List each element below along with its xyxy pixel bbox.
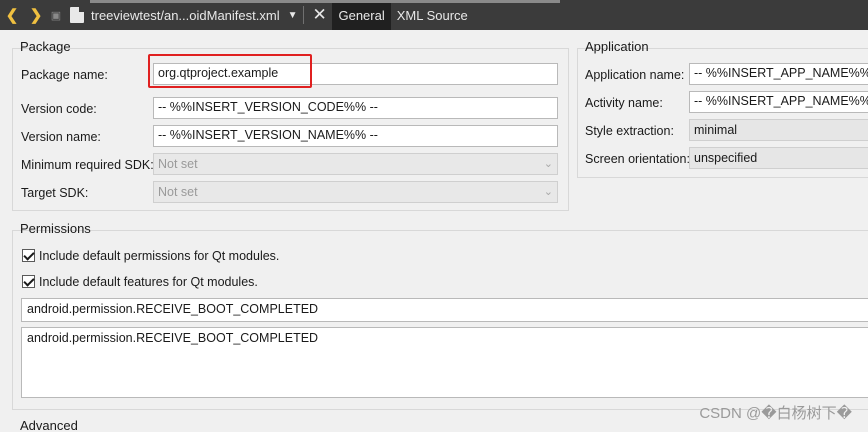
chevron-down-icon: ⌄ xyxy=(543,186,553,198)
min-sdk-label: Minimum required SDK: xyxy=(21,158,154,172)
activity-name-label: Activity name: xyxy=(585,96,663,110)
application-group-title: Application xyxy=(585,39,649,54)
style-extraction-select[interactable]: minimal xyxy=(689,119,868,141)
app-name-label: Application name: xyxy=(585,68,685,82)
style-extraction-label: Style extraction: xyxy=(585,124,674,138)
tab-xml-source[interactable]: XML Source xyxy=(391,0,474,30)
activity-name-input[interactable]: -- %%INSERT_APP_NAME%% -- xyxy=(689,91,868,113)
file-dropdown-icon[interactable]: ▼ xyxy=(288,10,298,21)
permissions-group-title: Permissions xyxy=(20,221,91,236)
screen-orientation-label: Screen orientation: xyxy=(585,152,690,166)
forward-button[interactable]: ❯ xyxy=(24,0,48,30)
file-name[interactable]: treeviewtest/an...oidManifest.xml xyxy=(91,8,280,23)
version-name-label: Version name: xyxy=(21,130,101,144)
target-sdk-label: Target SDK: xyxy=(21,186,89,200)
tab-label: General xyxy=(338,7,385,23)
file-icon xyxy=(70,7,84,23)
watermark: CSDN @�白杨树下� xyxy=(699,405,852,422)
version-code-input[interactable]: -- %%INSERT_VERSION_CODE%% -- xyxy=(153,97,558,119)
chevron-right-icon: ❯ xyxy=(29,7,43,24)
tab-general[interactable]: General xyxy=(332,0,391,30)
background-text-fragment xyxy=(90,0,560,3)
version-code-label: Version code: xyxy=(21,102,97,116)
screen-orientation-select[interactable]: unspecified xyxy=(689,147,868,169)
permissions-list[interactable]: android.permission.RECEIVE_BOOT_COMPLETE… xyxy=(21,327,868,398)
list-item[interactable]: android.permission.RECEIVE_BOOT_COMPLETE… xyxy=(27,331,868,345)
chevron-down-icon: ⌄ xyxy=(543,158,553,170)
default-features-checkbox[interactable] xyxy=(22,275,35,288)
toolbar-separator xyxy=(303,6,305,24)
advanced-group-title: Advanced xyxy=(20,418,78,432)
tab-label: XML Source xyxy=(396,7,468,23)
lock-icon: ▣ xyxy=(50,9,62,22)
default-permissions-checkbox[interactable] xyxy=(22,249,35,262)
default-features-label: Include default features for Qt modules. xyxy=(39,275,258,289)
editor-toolbar: ❮ ❯ ▣ treeviewtest/an...oidManifest.xml … xyxy=(0,0,868,30)
package-group-title: Package xyxy=(20,39,71,54)
min-sdk-value: Not set xyxy=(158,157,198,171)
back-button[interactable]: ❮ xyxy=(0,0,24,30)
close-icon[interactable]: ✕ xyxy=(312,5,326,25)
app-name-input[interactable]: -- %%INSERT_APP_NAME%% -- xyxy=(689,63,868,85)
min-sdk-select[interactable]: Not set ⌄ xyxy=(153,153,558,175)
version-name-input[interactable]: -- %%INSERT_VERSION_NAME%% -- xyxy=(153,125,558,147)
package-name-label: Package name: xyxy=(21,68,108,82)
default-permissions-label: Include default permissions for Qt modul… xyxy=(39,249,280,263)
target-sdk-value: Not set xyxy=(158,185,198,199)
permission-input[interactable]: android.permission.RECEIVE_BOOT_COMPLETE… xyxy=(21,298,868,322)
chevron-left-icon: ❮ xyxy=(5,7,19,24)
target-sdk-select[interactable]: Not set ⌄ xyxy=(153,181,558,203)
red-highlight-box xyxy=(148,54,312,88)
